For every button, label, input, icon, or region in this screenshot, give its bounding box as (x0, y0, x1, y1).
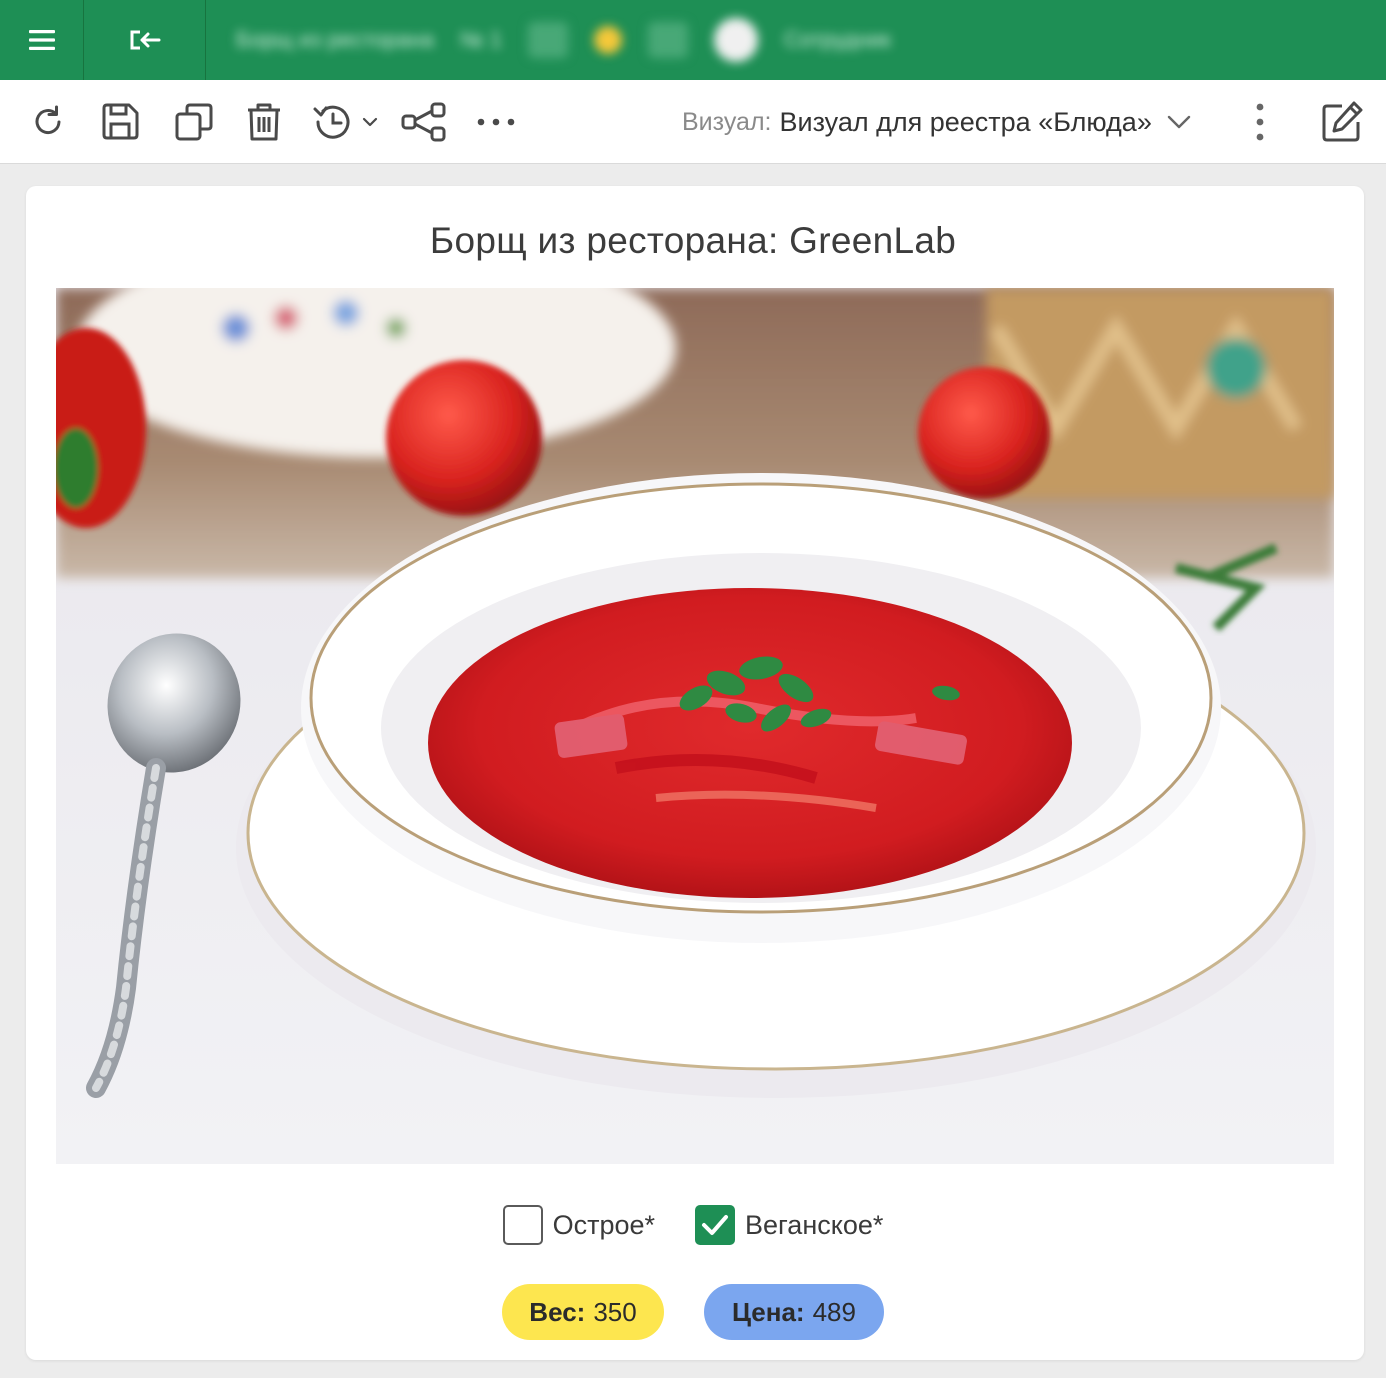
grid-icon[interactable] (527, 22, 568, 58)
spicy-checkbox[interactable]: Острое* (502, 1205, 656, 1245)
checkbox-checked[interactable] (695, 1205, 736, 1245)
copy-button[interactable] (172, 80, 216, 164)
edit-icon (1322, 101, 1363, 142)
dish-flags: Острое* Веганское* (0, 1200, 1386, 1250)
visual-select-value: Визуал для реестра «Блюда» (779, 106, 1152, 137)
vegan-checkbox-label: Веганское* (745, 1209, 884, 1240)
delete-icon (248, 103, 280, 140)
weight-value: 350 (593, 1296, 637, 1327)
share-icon (401, 102, 446, 141)
dish-attributes: Вес: 350 Цена: 489 (0, 1284, 1386, 1340)
dish-photo (56, 288, 1334, 1164)
more-actions-button[interactable] (474, 80, 518, 164)
header-document-title: Борщ из ресторана (236, 27, 434, 52)
vegan-checkbox[interactable]: Веганское* (695, 1205, 883, 1245)
header-document-number: № 1 (460, 27, 502, 52)
visual-select-label: Визуал: (682, 107, 772, 136)
menu-button[interactable] (0, 0, 84, 80)
checkbox-unchecked[interactable] (502, 1205, 543, 1245)
kebab-menu-button[interactable] (1240, 80, 1280, 164)
save-icon (102, 103, 139, 139)
edit-button[interactable] (1312, 80, 1372, 164)
save-button[interactable] (98, 80, 142, 164)
exit-button[interactable] (84, 0, 206, 80)
hamburger-menu-icon (28, 30, 55, 50)
history-button[interactable] (312, 80, 382, 164)
header-user-name[interactable]: Сотрудник (784, 27, 891, 53)
dish-title: Борщ из ресторана: GreenLab (429, 220, 957, 261)
price-label: Цена: (732, 1296, 805, 1327)
refresh-icon (35, 105, 61, 134)
history-icon (313, 105, 378, 139)
refresh-button[interactable] (26, 80, 70, 164)
avatar[interactable] (713, 18, 758, 62)
visual-select[interactable]: Визуал: Визуал для реестра «Блюда» (682, 80, 1192, 164)
app-header: Борщ из ресторана № 1 Сотрудник (0, 0, 1386, 80)
chevron-down-icon (1167, 115, 1191, 129)
spicy-checkbox-label: Острое* (552, 1209, 656, 1240)
price-badge: Цена: 489 (704, 1284, 884, 1340)
checkmark-icon (702, 1215, 729, 1235)
more-icon (477, 118, 515, 125)
exit-arrow-icon (130, 30, 160, 50)
weight-label: Вес: (529, 1296, 586, 1327)
share-button[interactable] (400, 80, 448, 164)
price-value: 489 (812, 1296, 856, 1327)
notification-icon[interactable] (593, 26, 622, 54)
delete-button[interactable] (244, 80, 284, 164)
record-toolbar: Визуал: Визуал для реестра «Блюда» (0, 80, 1386, 164)
chat-icon[interactable] (647, 22, 688, 58)
blurred-header-content: Борщ из ресторана № 1 Сотрудник (206, 0, 1386, 80)
borscht-image (56, 288, 1334, 1164)
copy-icon (175, 103, 213, 140)
vertical-dots-icon (1256, 103, 1264, 141)
weight-badge: Вес: 350 (502, 1284, 664, 1340)
